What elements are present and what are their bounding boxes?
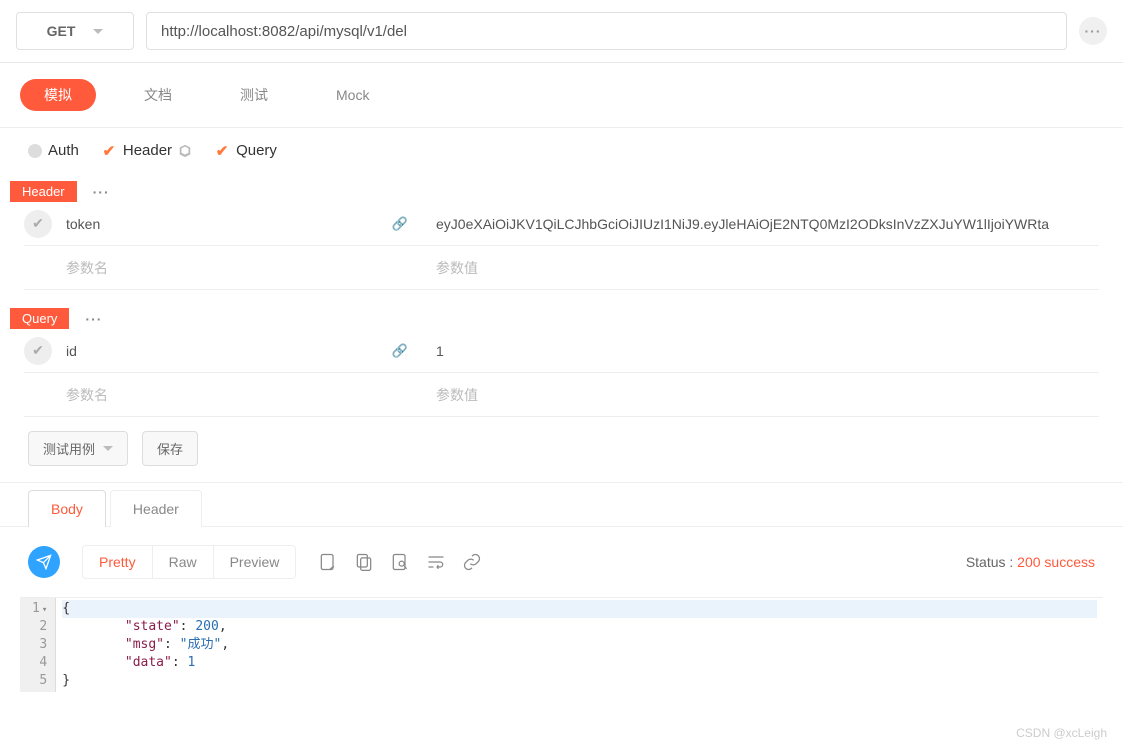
status-label: Status : — [966, 554, 1017, 570]
request-bar: GET ··· — [0, 0, 1123, 63]
query-params: ✔ 🔗 — [0, 329, 1123, 417]
subtab-query[interactable]: ✔ Query — [214, 142, 277, 159]
tab-test[interactable]: 测试 — [220, 79, 288, 111]
more-button[interactable]: ··· — [1079, 17, 1107, 45]
response-tab-body[interactable]: Body — [28, 490, 106, 527]
paper-plane-icon — [36, 554, 52, 570]
param-value-input[interactable] — [436, 333, 1099, 369]
response-tab-header[interactable]: Header — [110, 490, 202, 527]
response-tabs: Body Header — [0, 489, 1123, 527]
subtab-query-label: Query — [236, 142, 277, 159]
link-icon[interactable]: 🔗 — [392, 343, 408, 359]
param-name-input[interactable] — [66, 250, 426, 286]
chevron-down-icon — [103, 446, 113, 451]
code-line: "msg": "成功", — [62, 636, 1097, 654]
save-response-icon[interactable] — [318, 552, 338, 572]
view-toggle: Pretty Raw Preview — [82, 545, 296, 579]
testcase-label: 测试用例 — [43, 439, 95, 458]
method-value: GET — [47, 23, 76, 39]
view-preview[interactable]: Preview — [214, 546, 296, 578]
param-value-input[interactable] — [436, 250, 1099, 286]
param-enabled-toggle[interactable]: ✔ — [24, 337, 52, 365]
gutter-line: 2 — [32, 618, 47, 636]
query-section-label: Query — [10, 308, 69, 329]
gutter-line: 4 — [32, 654, 47, 672]
copy-icon[interactable] — [354, 552, 374, 572]
chevron-down-icon — [93, 29, 103, 34]
param-row: ✔ 🔗 — [24, 329, 1099, 373]
subtab-header[interactable]: ✔ Header — [101, 142, 192, 159]
subtab-auth-label: Auth — [48, 142, 79, 159]
cube-icon — [178, 144, 192, 158]
tool-icons — [318, 552, 482, 572]
search-response-icon[interactable] — [390, 552, 410, 572]
action-row: 测试用例 保存 — [0, 417, 1123, 483]
header-section-more[interactable]: ··· — [93, 184, 110, 200]
header-section-label: Header — [10, 181, 77, 202]
query-section-header: Query ··· — [0, 308, 1123, 329]
watermark: CSDN @xcLeigh — [1016, 726, 1107, 740]
wrap-icon[interactable] — [426, 552, 446, 572]
method-select[interactable]: GET — [16, 12, 134, 50]
sub-tabs: Auth ✔ Header ✔ Query — [0, 128, 1123, 173]
send-button[interactable] — [28, 546, 60, 578]
url-input[interactable] — [146, 12, 1067, 50]
status-area: Status : 200 success — [966, 554, 1095, 570]
subtab-header-label: Header — [123, 142, 172, 159]
param-value-input[interactable] — [436, 206, 1099, 242]
tab-simulate[interactable]: 模拟 — [20, 79, 96, 111]
code-line: "data": 1 — [62, 654, 1097, 672]
status-value: 200 success — [1017, 554, 1095, 570]
save-button[interactable]: 保存 — [142, 431, 198, 466]
line-gutter: 1 2 3 4 5 — [20, 598, 56, 692]
param-row-empty — [24, 246, 1099, 290]
view-pretty[interactable]: Pretty — [83, 546, 153, 578]
testcase-button[interactable]: 测试用例 — [28, 431, 128, 466]
gutter-line: 3 — [32, 636, 47, 654]
chain-icon[interactable] — [462, 552, 482, 572]
param-enabled-toggle[interactable]: ✔ — [24, 210, 52, 238]
empty-circle-icon — [28, 144, 42, 158]
code-line: "state": 200, — [62, 618, 1097, 636]
code-line: { — [62, 600, 1097, 618]
check-icon: ✔ — [214, 143, 230, 159]
tab-docs[interactable]: 文档 — [124, 79, 192, 111]
param-name-input[interactable] — [66, 206, 392, 242]
param-name-input[interactable] — [66, 333, 392, 369]
check-icon: ✔ — [101, 143, 117, 159]
param-row-empty — [24, 373, 1099, 417]
header-params: ✔ 🔗 — [0, 202, 1123, 290]
param-value-input[interactable] — [436, 377, 1099, 413]
query-section-more[interactable]: ··· — [85, 311, 102, 327]
link-icon[interactable]: 🔗 — [392, 216, 408, 232]
main-tabs: 模拟 文档 测试 Mock — [0, 63, 1123, 128]
subtab-auth[interactable]: Auth — [28, 142, 79, 159]
response-body-editor: 1 2 3 4 5 { "state": 200, "msg": "成功", "… — [20, 597, 1103, 692]
gutter-line[interactable]: 1 — [32, 600, 47, 618]
header-section-header: Header ··· — [0, 181, 1123, 202]
code-line: } — [62, 672, 1097, 690]
view-raw[interactable]: Raw — [153, 546, 214, 578]
response-toolbar: Pretty Raw Preview Status : 200 success — [0, 527, 1123, 597]
gutter-line: 5 — [32, 672, 47, 690]
param-name-input[interactable] — [66, 377, 426, 413]
code-content[interactable]: { "state": 200, "msg": "成功", "data": 1 } — [56, 598, 1103, 692]
param-row: ✔ 🔗 — [24, 202, 1099, 246]
tab-mock[interactable]: Mock — [316, 81, 389, 109]
